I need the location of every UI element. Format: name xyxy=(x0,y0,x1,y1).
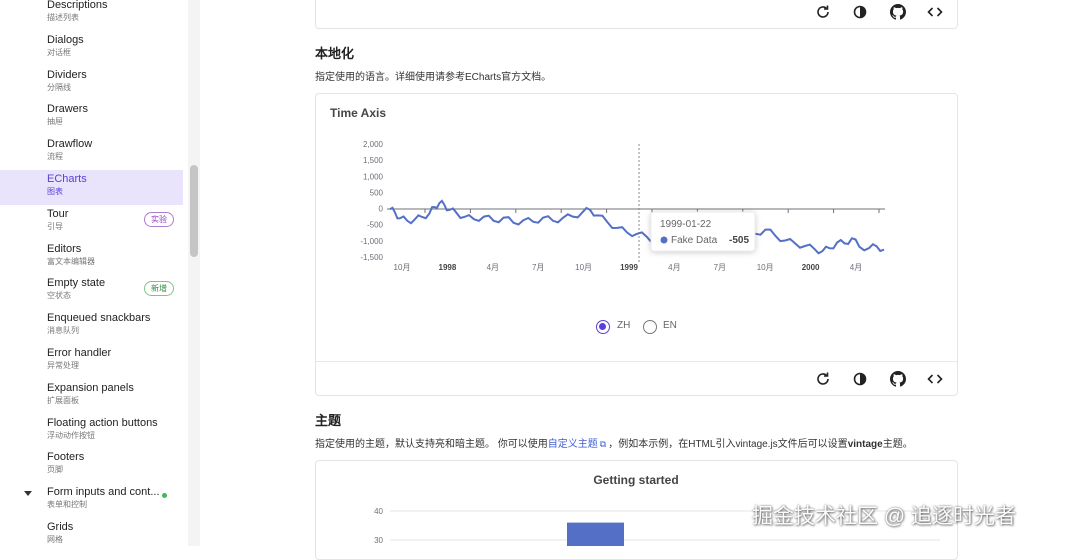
sidebar-item-dialogs[interactable]: Dialogs 对话框 xyxy=(0,31,183,66)
sidebar-item-label: Floating action buttons xyxy=(47,416,158,429)
github-icon[interactable] xyxy=(890,4,906,20)
sidebar-item-label: Error handler xyxy=(47,347,112,359)
external-link-icon[interactable]: ⧉ xyxy=(600,439,606,449)
theme-desc-text-3: 主题。 xyxy=(882,439,913,450)
sidebar-item-drawers[interactable]: Drawers 抽屉 xyxy=(0,100,183,135)
sidebar-item-form-inputs-and-cont[interactable]: Form inputs and cont... 表单和控制 xyxy=(0,483,183,518)
top-example-card xyxy=(315,0,958,29)
sidebar-item-sublabel: 浮动动作按钮 xyxy=(47,430,95,440)
sidebar-item-label: Dialogs xyxy=(47,33,84,46)
sidebar-item-badge: 新增 xyxy=(144,281,174,297)
sidebar-item-sublabel: 描述列表 xyxy=(47,13,79,22)
github-icon[interactable] xyxy=(890,371,906,387)
theme-toggle-icon[interactable] xyxy=(852,371,868,387)
sidebar-item-label: Drawers xyxy=(47,103,88,116)
sidebar-item-sublabel: 引导 xyxy=(47,221,63,231)
sidebar-item-enqueued-snackbars[interactable]: Enqueued snackbars 消息队列 xyxy=(0,309,183,344)
sidebar-item-sublabel: 对话框 xyxy=(47,47,71,57)
sidebar-item-footers[interactable]: Footers 页脚 xyxy=(0,448,183,483)
sidebar-item-label: Footers xyxy=(47,451,85,464)
theme-desc-text-2: ，例如本示例，在HTML引入vintage.js文件后可以设置 xyxy=(608,439,848,450)
sidebar-scrollbar[interactable] xyxy=(188,0,200,546)
sidebar-item-tour[interactable]: Tour 引导 实验 xyxy=(0,205,183,240)
sidebar-item-label: Descriptions xyxy=(47,0,108,11)
theme-desc-text: 指定使用的主题，默认支持亮和暗主题。 你可以使用 xyxy=(315,439,548,450)
sidebar-item-dividers[interactable]: Dividers 分隔线 xyxy=(0,66,183,101)
sidebar-item-label: Editors xyxy=(47,242,82,255)
sidebar-item-error-handler[interactable]: Error handler 异常处理 xyxy=(0,344,183,379)
sidebar-item-label: Enqueued snackbars xyxy=(47,312,151,325)
sidebar-item-descriptions[interactable]: Descriptions 描述列表 xyxy=(0,0,183,31)
locale-radio-en[interactable] xyxy=(643,320,657,334)
sidebar-item-sublabel: 流程 xyxy=(47,152,63,162)
sidebar-item-drawflow[interactable]: Drawflow 流程 xyxy=(0,135,183,170)
sidebar-item-empty-state[interactable]: Empty state 空状态 新增 xyxy=(0,274,183,309)
code-icon[interactable] xyxy=(927,371,943,387)
theme-toggle-icon[interactable] xyxy=(852,4,868,20)
caret-down-icon[interactable] xyxy=(24,491,32,497)
sidebar-item-sublabel: 富文本编辑器 xyxy=(47,256,95,266)
sidebar-item-label: ECharts xyxy=(47,173,87,185)
section-desc-locale: 指定使用的语言。详细使用请参考ECharts官方文档。 xyxy=(315,72,552,83)
locale-example-card xyxy=(315,93,958,396)
sidebar-item-floating-action-buttons[interactable]: Floating action buttons 浮动动作按钮 xyxy=(0,414,183,449)
sidebar-item-sublabel: 分隔线 xyxy=(47,82,71,92)
sidebar-item-label: Grids xyxy=(47,521,74,533)
sidebar-item-label: Empty state xyxy=(47,277,106,290)
sidebar-item-label: Form inputs and cont... xyxy=(47,486,160,499)
sidebar-item-sublabel: 页脚 xyxy=(47,465,63,475)
locale-radio-en-label: EN xyxy=(663,320,677,331)
section-title-theme: 主题 xyxy=(315,413,342,428)
sidebar-item-grids[interactable]: Grids 网格 xyxy=(0,518,183,546)
code-icon[interactable] xyxy=(927,4,943,20)
sidebar-item-badge: 实验 xyxy=(144,211,174,227)
refresh-icon[interactable] xyxy=(815,4,831,20)
locale-radio-zh-label: ZH xyxy=(617,320,631,331)
sidebar-item-sublabel: 扩展面板 xyxy=(47,395,79,405)
sidebar: Descriptions 描述列表 Dialogs 对话框 Dividers 分隔线 Dra… xyxy=(0,0,200,546)
status-dot xyxy=(162,493,167,499)
refresh-icon[interactable] xyxy=(815,371,831,387)
sidebar-item-sublabel: 表单和控制 xyxy=(47,500,87,510)
sidebar-item-expansion-panels[interactable]: Expansion panels 扩展面板 xyxy=(0,379,183,414)
sidebar-item-sublabel: 消息队列 xyxy=(47,326,79,336)
sidebar-item-echarts[interactable]: ECharts 图表 xyxy=(0,170,183,205)
theme-name-vintage: vintage xyxy=(847,439,883,450)
sidebar-scrollbar-thumb[interactable] xyxy=(190,165,198,257)
sidebar-item-label: Dividers xyxy=(47,68,87,81)
sidebar-item-label: Tour xyxy=(47,207,69,220)
custom-theme-link[interactable]: 自定义主题 xyxy=(548,439,598,450)
locale-radio-zh[interactable] xyxy=(596,320,610,334)
sidebar-item-label: Expansion panels xyxy=(47,381,134,394)
sidebar-item-sublabel: 图表 xyxy=(47,187,63,196)
sidebar-item-sublabel: 网格 xyxy=(47,535,63,544)
sidebar-item-sublabel: 异常处理 xyxy=(47,361,79,370)
sidebar-item-label: Drawflow xyxy=(47,138,93,151)
sidebar-item-sublabel: 抽屉 xyxy=(47,117,63,127)
sidebar-item-sublabel: 空状态 xyxy=(47,291,71,301)
card-divider xyxy=(316,361,957,362)
sidebar-item-editors[interactable]: Editors 富文本编辑器 xyxy=(0,240,183,275)
section-desc-theme: 指定使用的主题，默认支持亮和暗主题。 你可以使用自定义主题 ⧉ ，例如本示例，在HT… xyxy=(315,435,913,450)
watermark: 掘金技术社区 @ 追逐时光者 xyxy=(752,505,1016,528)
section-title-locale: 本地化 xyxy=(315,46,355,61)
